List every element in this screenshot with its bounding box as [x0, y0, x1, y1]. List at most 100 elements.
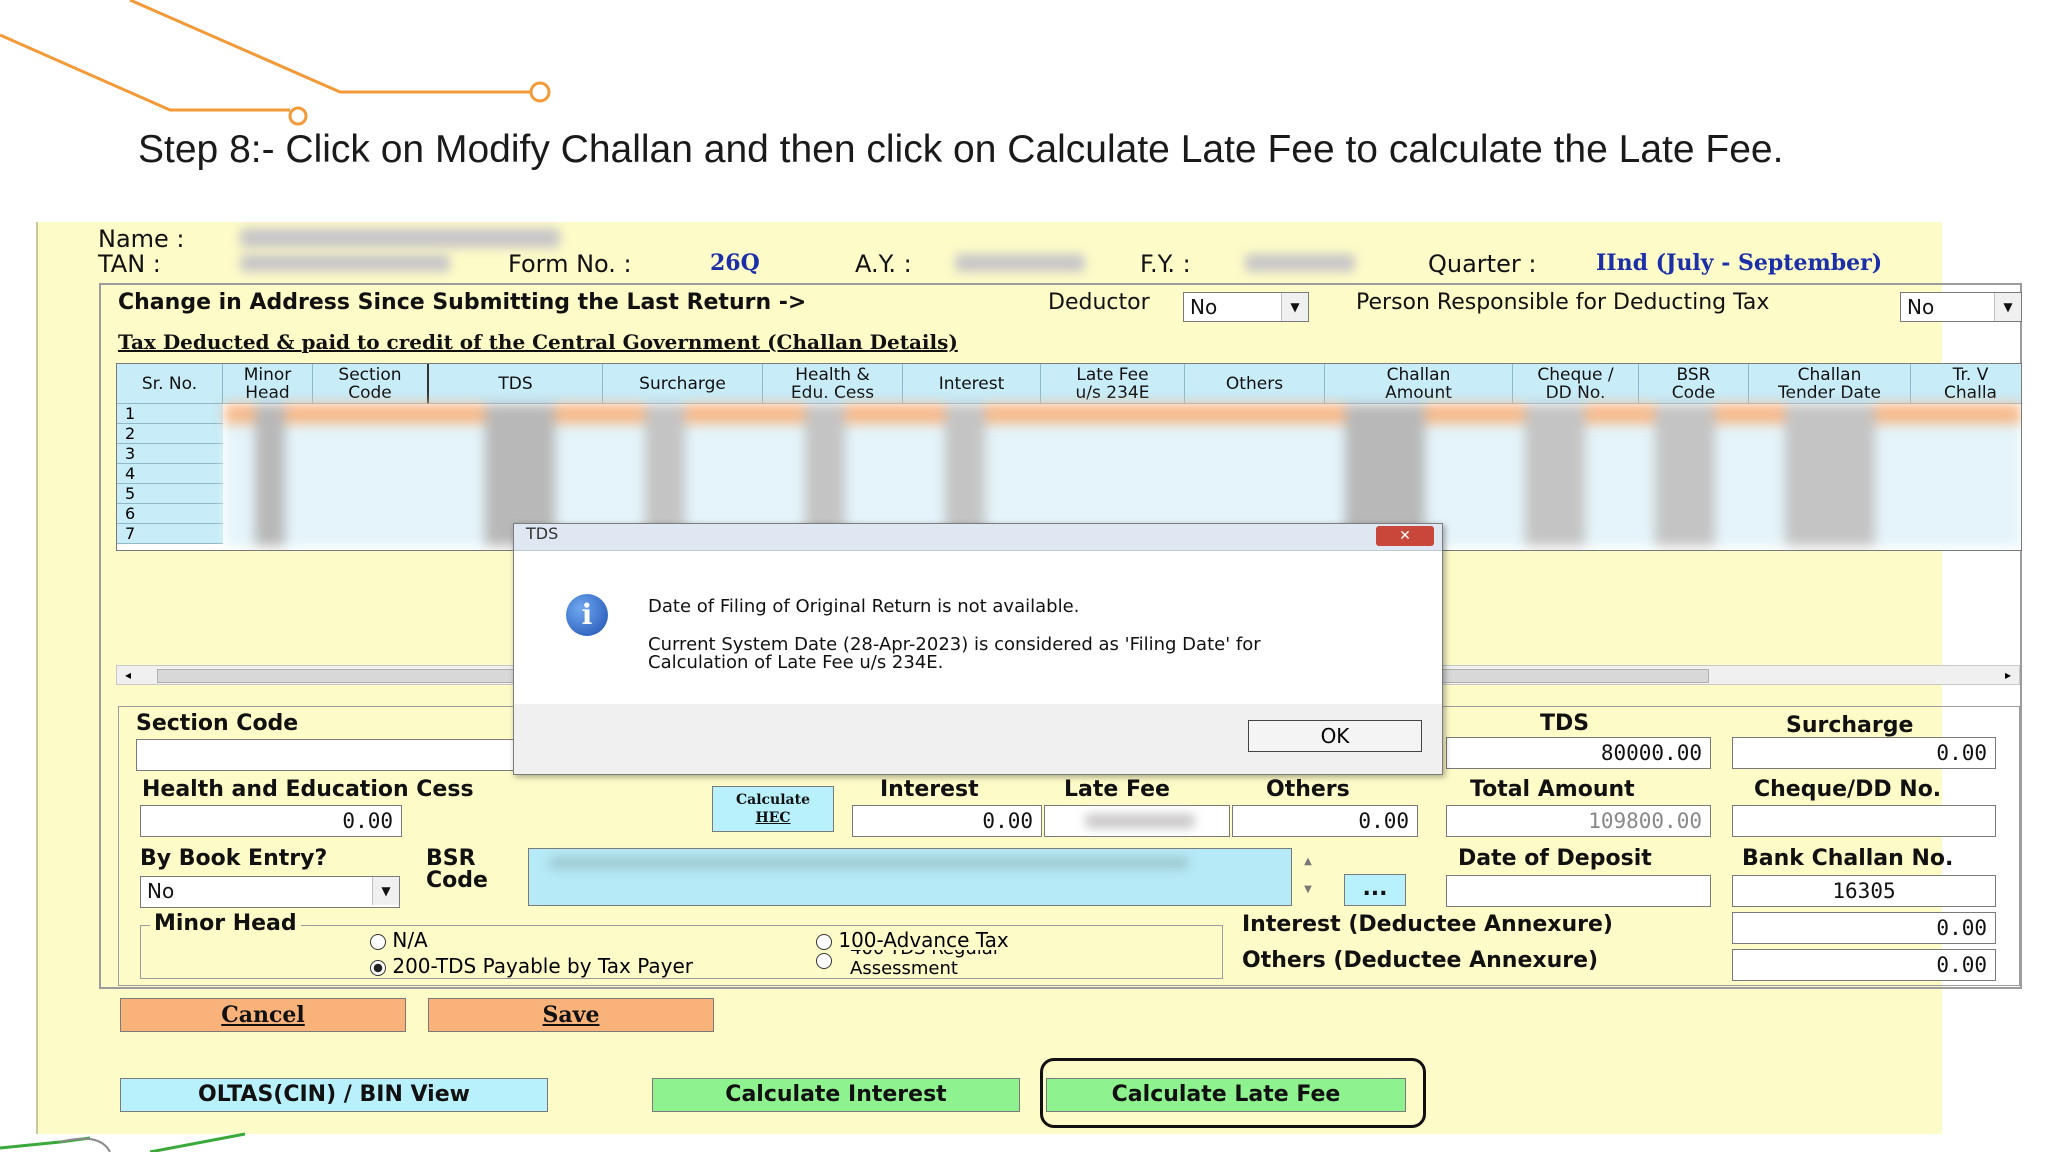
interest-field[interactable]: 0.00 — [852, 805, 1042, 837]
calculate-hec-line2: HEC — [755, 810, 791, 826]
others-annexure-label: Others (Deductee Annexure) — [1242, 948, 1599, 973]
bank-challan-field[interactable]: 16305 — [1732, 875, 1996, 907]
challan-section-title: Tax Deducted & paid to credit of the Cen… — [118, 330, 958, 354]
radio-400[interactable]: 400-TDS Regular Assessment — [816, 950, 1216, 976]
cheque-dd-label: Cheque/DD No. — [1754, 777, 1942, 802]
col-header[interactable]: Tr. V Challa — [1911, 364, 2021, 404]
date-of-deposit-field[interactable] — [1446, 875, 1711, 907]
ok-button[interactable]: OK — [1248, 720, 1422, 752]
radio-400-label-line2: Assessment — [850, 958, 958, 977]
row-number[interactable]: 6 — [117, 504, 223, 524]
bsr-code-list[interactable] — [528, 848, 1292, 906]
person-responsible-label: Person Responsible for Deducting Tax — [1356, 290, 1770, 315]
book-entry-label: By Book Entry? — [140, 846, 328, 871]
info-dialog[interactable]: TDS ✕ i Date of Filing of Original Retur… — [513, 523, 1443, 775]
hec-label: Health and Education Cess — [142, 777, 474, 802]
dialog-footer: OK — [514, 704, 1442, 774]
dialog-titlebar[interactable]: TDS ✕ — [514, 524, 1442, 551]
col-header[interactable]: Cheque / DD No. — [1513, 364, 1639, 404]
col-header[interactable]: Minor Head — [223, 364, 313, 404]
radio-100[interactable]: 100-Advance Tax — [816, 928, 1009, 952]
chevron-down-icon: ▼ — [1281, 293, 1308, 321]
surcharge-field[interactable]: 0.00 — [1732, 737, 1996, 769]
deductor-select-value: No — [1190, 295, 1218, 319]
fy-label: F.Y. : — [1140, 250, 1191, 278]
deductor-label: Deductor — [1048, 290, 1150, 315]
calculate-hec-button[interactable]: Calculate HEC — [712, 786, 834, 832]
row-number[interactable]: 1 — [117, 404, 223, 424]
tds-field[interactable]: 80000.00 — [1446, 737, 1711, 769]
row-number[interactable]: 3 — [117, 444, 223, 464]
bsr-code-label-2: Code — [426, 868, 488, 893]
row-number[interactable]: 2 — [117, 424, 223, 444]
hec-field[interactable]: 0.00 — [140, 805, 402, 837]
col-header[interactable]: Section Code — [313, 364, 429, 404]
cheque-dd-field[interactable] — [1732, 805, 1996, 837]
row-number[interactable]: 5 — [117, 484, 223, 504]
col-header[interactable]: Interest — [903, 364, 1041, 404]
radio-100-label: 100-Advance Tax — [838, 928, 1009, 952]
deductor-select[interactable]: No ▼ — [1183, 292, 1309, 322]
tan-value-blurred — [240, 254, 450, 272]
dialog-title: TDS — [526, 524, 559, 543]
radio-na[interactable]: N/A — [370, 928, 428, 952]
section-code-field[interactable] — [136, 739, 516, 771]
col-header[interactable]: TDS — [429, 364, 603, 404]
oltas-bin-view-button[interactable]: OLTAS(CIN) / BIN View — [120, 1078, 548, 1112]
book-entry-select[interactable]: No ▼ — [140, 876, 400, 908]
date-of-deposit-label: Date of Deposit — [1458, 846, 1652, 871]
interest-label: Interest — [880, 777, 979, 802]
col-header[interactable]: Others — [1185, 364, 1325, 404]
tds-label: TDS — [1540, 711, 1590, 736]
col-header[interactable]: Challan Tender Date — [1749, 364, 1911, 404]
section-code-label: Section Code — [136, 711, 299, 736]
late-fee-label: Late Fee — [1064, 777, 1170, 802]
radio-selected-icon — [370, 959, 386, 976]
calculate-hec-line1: Calculate — [736, 792, 810, 808]
chevron-down-icon: ▼ — [372, 877, 399, 905]
radio-200-label: 200-TDS Payable by Tax Payer — [392, 954, 694, 978]
col-header[interactable]: Health & Edu. Cess — [763, 364, 903, 404]
radio-200[interactable]: 200-TDS Payable by Tax Payer — [370, 954, 693, 978]
col-header[interactable]: Sr. No. — [117, 364, 223, 404]
dialog-message-line3: Calculation of Late Fee u/s 234E. — [648, 652, 944, 673]
radio-circle-icon — [816, 953, 832, 969]
bsr-spinner[interactable]: ▲ ▼ — [1296, 848, 1320, 906]
tan-label: TAN : — [98, 250, 161, 278]
calculate-interest-button[interactable]: Calculate Interest — [652, 1078, 1020, 1112]
total-amount-field[interactable]: 109800.00 — [1446, 805, 1711, 837]
interest-annexure-field[interactable]: 0.00 — [1732, 912, 1996, 944]
ay-value-blurred — [955, 254, 1085, 272]
late-fee-value-blurred — [1085, 814, 1195, 828]
row-number[interactable]: 4 — [117, 464, 223, 484]
col-header[interactable]: BSR Code — [1639, 364, 1749, 404]
book-entry-value: No — [147, 879, 175, 903]
name-value-blurred — [240, 228, 560, 248]
radio-circle-icon — [816, 933, 832, 950]
radio-na-label: N/A — [392, 928, 428, 952]
bank-challan-label: Bank Challan No. — [1742, 846, 1954, 871]
name-label: Name : — [98, 225, 185, 253]
col-header[interactable]: Surcharge — [603, 364, 763, 404]
step-instruction: Step 8:- Click on Modify Challan and the… — [138, 128, 1784, 171]
person-responsible-select[interactable]: No ▼ — [1900, 292, 2022, 322]
late-fee-field[interactable] — [1044, 805, 1230, 837]
chevron-down-icon: ▼ — [1994, 293, 2021, 321]
row-number[interactable]: 7 — [117, 524, 223, 544]
close-icon[interactable]: ✕ — [1376, 526, 1434, 546]
col-header[interactable]: Late Fee u/s 234E — [1041, 364, 1185, 404]
surcharge-label: Surcharge — [1786, 713, 1914, 738]
others-field[interactable]: 0.00 — [1232, 805, 1418, 837]
ay-label: A.Y. : — [855, 250, 912, 278]
cancel-button[interactable]: Cancel — [120, 998, 406, 1032]
save-button[interactable]: Save — [428, 998, 714, 1032]
scroll-right-icon[interactable]: ▸ — [2005, 666, 2011, 684]
total-amount-label: Total Amount — [1470, 777, 1635, 802]
col-header[interactable]: Challan Amount — [1325, 364, 1513, 404]
quarter-value: IInd (July - September) — [1596, 250, 1883, 276]
browse-bsr-button[interactable]: ... — [1344, 874, 1406, 906]
form-no-value: 26Q — [710, 250, 760, 276]
scroll-left-icon[interactable]: ◂ — [125, 666, 131, 684]
others-annexure-field[interactable]: 0.00 — [1732, 949, 1996, 981]
address-change-label: Change in Address Since Submitting the L… — [118, 290, 807, 315]
